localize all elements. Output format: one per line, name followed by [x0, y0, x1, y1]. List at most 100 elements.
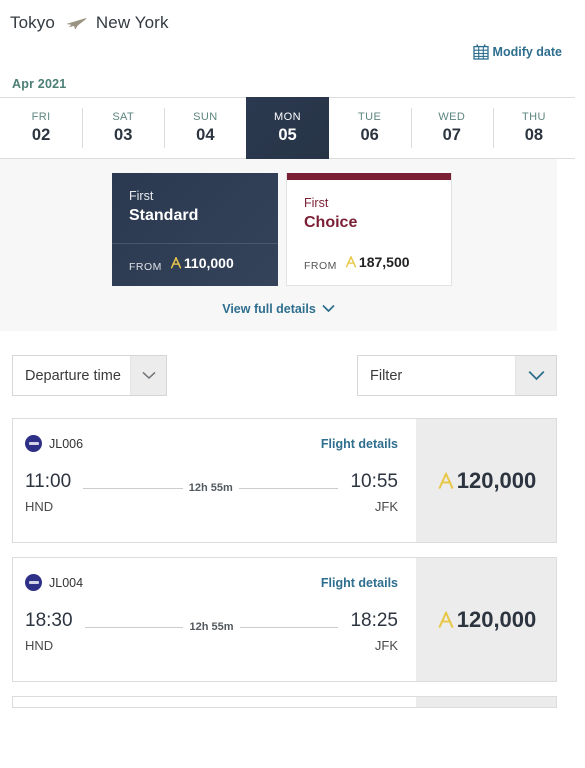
date-cell-number: 02 [31, 126, 51, 144]
fare-price: 187,500 [344, 254, 410, 270]
departure-time-select[interactable]: Departure time [12, 355, 167, 396]
miles-symbol-icon [436, 610, 456, 630]
flight-details-link[interactable]: Flight details [321, 576, 398, 590]
date-cell-04[interactable]: SUN 04 [164, 98, 247, 158]
date-cell-06[interactable]: TUE 06 [328, 98, 411, 158]
date-cell-dow: SAT [112, 111, 135, 123]
flight-card-main: JL006 Flight details 11:00 HND 12h 55m 10:55 J… [13, 419, 416, 542]
duration-line-left [83, 487, 183, 489]
flight-details-link[interactable]: Flight details [321, 437, 398, 451]
destination-city: New York [95, 13, 169, 32]
view-full-details-label: View full details [222, 302, 316, 316]
date-cell-dow: SUN [193, 111, 218, 123]
arrival-time: 10:55 [350, 471, 398, 492]
departure-block: 18:30 HND [25, 610, 73, 653]
filter-select[interactable]: Filter [357, 355, 557, 396]
date-cell-07[interactable]: WED 07 [410, 98, 493, 158]
modify-date-row: Modify date [0, 33, 585, 60]
miles-symbol-icon [436, 471, 456, 491]
duration-line-left [84, 626, 184, 628]
date-cell-number: 04 [196, 126, 215, 144]
date-cell-05[interactable]: MON 05 [246, 97, 329, 159]
flight-itinerary: 18:30 HND 12h 55m 18:25 JFK [25, 591, 416, 653]
flight-card[interactable]: JL006 Flight details 11:00 HND 12h 55m 10:55 J… [12, 418, 557, 543]
date-selector-strip: FRI 02 SAT 03 SUN 04 MON 05 TUE 06 WED 07 THU 08 [0, 97, 575, 159]
calendar-icon [472, 44, 489, 60]
flight-price: 120,000 [436, 606, 537, 633]
fare-price: 110,000 [169, 255, 234, 271]
miles-symbol-icon [169, 256, 183, 270]
flight-price-value: 120,000 [456, 467, 537, 493]
flight-price-cell[interactable]: 120,000 [416, 419, 556, 542]
duration-block: 12h 55m [71, 482, 350, 494]
arrival-airport: JFK [374, 637, 398, 653]
departure-block: 11:00 HND [25, 471, 71, 514]
fare-card-standard[interactable]: First Standard FROM 110,000 [112, 173, 278, 286]
flight-card-header: JL006 Flight details [25, 435, 416, 452]
duration-line-right [239, 626, 339, 628]
flight-card[interactable]: JL004 Flight details 18:30 HND 12h 55m 18:25 J… [12, 557, 557, 682]
fare-from-label: FROM [129, 261, 162, 273]
date-cell-08[interactable]: THU 08 [492, 98, 575, 158]
fare-card-choice[interactable]: First Choice FROM 187,500 [286, 173, 452, 286]
airline-logo-icon [25, 574, 42, 591]
view-details-row: View full details [0, 286, 557, 316]
fare-cabin-label: First [129, 189, 154, 203]
arrival-airport: JFK [374, 498, 398, 514]
fare-card-accent-bar [287, 173, 451, 180]
date-cell-number: 05 [278, 126, 297, 144]
fare-cabin-label: First [304, 196, 329, 210]
modify-date-label: Modify date [492, 45, 562, 59]
date-cell-number: 08 [524, 126, 544, 144]
miles-symbol-icon [344, 255, 358, 269]
arrival-time: 18:25 [350, 610, 398, 631]
departure-time: 18:30 [25, 610, 73, 631]
duration-label: 12h 55m [189, 621, 234, 633]
duration-block: 12h 55m [73, 621, 351, 633]
departure-time-value: Departure time [25, 367, 121, 384]
origin-city: Tokyo [10, 13, 55, 32]
fare-price-value: 187,500 [358, 254, 410, 270]
date-cell-dow: MON [274, 111, 301, 123]
flight-results-list: JL006 Flight details 11:00 HND 12h 55m 10:55 J… [0, 396, 585, 708]
flight-price-cell[interactable] [416, 697, 556, 707]
fare-card-list: First Standard FROM 110,000 First Choice FROM 1… [0, 159, 557, 286]
date-cell-number: 06 [360, 126, 379, 144]
date-cell-02[interactable]: FRI 02 [0, 98, 83, 158]
flight-number: JL004 [49, 575, 84, 590]
route-header: Tokyo New York [0, 0, 585, 33]
chevron-down-icon [515, 356, 556, 395]
view-full-details-button[interactable]: View full details [222, 302, 335, 316]
fare-price-value: 110,000 [183, 255, 234, 271]
month-label: Apr 2021 [12, 77, 67, 91]
date-cell-dow: WED [438, 111, 466, 123]
filter-value: Filter [370, 367, 403, 384]
fare-from-label: FROM [304, 260, 337, 272]
chevron-down-icon [322, 302, 335, 316]
arrival-block: 10:55 JFK [350, 471, 398, 514]
flight-price-value: 120,000 [456, 606, 537, 632]
flight-number: JL006 [49, 436, 84, 451]
departure-airport: HND [25, 637, 54, 653]
fare-card-body: First Standard [112, 173, 278, 243]
date-cell-dow: TUE [358, 111, 382, 123]
duration-line-right [238, 487, 339, 489]
chevron-down-icon [130, 356, 166, 395]
date-cell-03[interactable]: SAT 03 [82, 98, 165, 158]
airplane-icon [65, 15, 87, 31]
fare-card-footer: FROM 187,500 [287, 254, 451, 285]
airline-logo-icon [25, 435, 42, 452]
flight-card[interactable] [12, 696, 557, 708]
modify-date-button[interactable]: Modify date [472, 44, 562, 60]
flight-price-cell[interactable]: 120,000 [416, 558, 556, 681]
flight-itinerary: 11:00 HND 12h 55m 10:55 JFK [25, 452, 416, 514]
fare-panel: First Standard FROM 110,000 First Choice FROM 1… [0, 159, 557, 331]
duration-label: 12h 55m [188, 482, 233, 494]
date-cell-dow: FRI [31, 111, 51, 123]
flight-price: 120,000 [436, 467, 537, 494]
date-cell-number: 07 [442, 126, 461, 144]
arrival-block: 18:25 JFK [350, 610, 398, 653]
flight-card-header: JL004 Flight details [25, 574, 416, 591]
fare-name-label: Standard [129, 207, 199, 224]
departure-time: 11:00 [25, 471, 72, 492]
